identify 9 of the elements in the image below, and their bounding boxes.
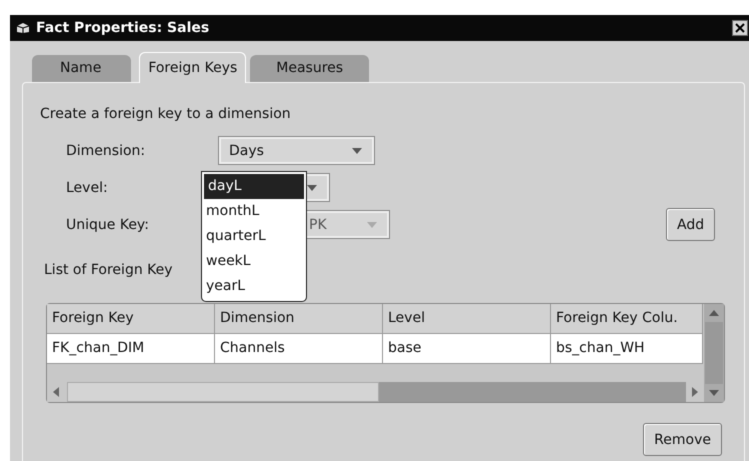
field-label: Unique Key:	[66, 216, 150, 232]
list-title: List of Foreign Key	[44, 261, 173, 280]
field-label: Dimension:	[66, 142, 146, 158]
window-title: Fact Properties: Sales	[36, 20, 210, 36]
table-cell: base	[383, 334, 551, 364]
table-cell: bs_chan_WH	[551, 334, 703, 364]
section-title: Create a foreign key to a dimension	[40, 105, 291, 124]
table-cell: Channels	[215, 334, 383, 364]
table-cell: FK_chan_DIM	[47, 334, 215, 364]
